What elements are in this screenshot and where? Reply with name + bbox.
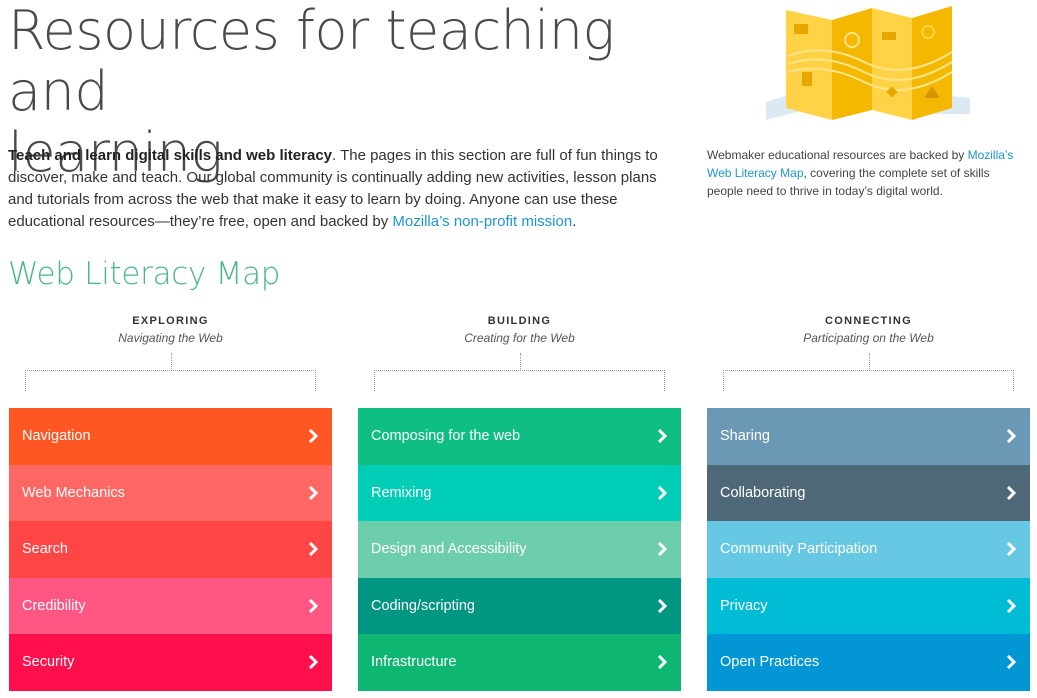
skill-security[interactable]: Security bbox=[9, 634, 332, 691]
skill-open-practices[interactable]: Open Practices bbox=[707, 634, 1030, 691]
column-heading: BUILDING bbox=[487, 315, 552, 327]
column-subheading: Creating for the Web bbox=[464, 331, 575, 345]
chevron-right-icon bbox=[308, 429, 318, 444]
skill-credibility[interactable]: Credibility bbox=[9, 577, 332, 634]
column-subheading: Participating on the Web bbox=[803, 331, 934, 345]
skill-sharing[interactable]: Sharing bbox=[707, 408, 1030, 465]
skill-label: Search bbox=[22, 541, 68, 558]
skill-label: Remixing bbox=[371, 484, 432, 501]
skill-community-participation[interactable]: Community Participation bbox=[707, 521, 1030, 578]
chevron-right-icon bbox=[1006, 598, 1016, 613]
column-heading: CONNECTING bbox=[825, 315, 912, 327]
column-connecting: CONNECTING Participating on the Web Shar… bbox=[707, 312, 1030, 691]
skill-label: Composing for the web bbox=[371, 428, 521, 445]
column-exploring: EXPLORING Navigating the Web Navigation … bbox=[9, 312, 332, 691]
bracket-divider bbox=[25, 353, 316, 391]
column-header: BUILDING Creating for the Web bbox=[358, 312, 681, 408]
chevron-right-icon bbox=[1006, 655, 1016, 670]
skill-composing-for-the-web[interactable]: Composing for the web bbox=[358, 408, 681, 465]
chevron-right-icon bbox=[657, 485, 667, 500]
intro-bold: Teach and learn digital skills and web l… bbox=[8, 147, 333, 164]
page-title-line-1: Resources for teaching and bbox=[8, 0, 615, 123]
chevron-right-icon bbox=[657, 542, 667, 557]
chevron-right-icon bbox=[1006, 542, 1016, 557]
column-building: BUILDING Creating for the Web Composing … bbox=[358, 312, 681, 691]
chevron-right-icon bbox=[657, 429, 667, 444]
aside-text: Webmaker educational resources are backe… bbox=[707, 146, 1027, 200]
chevron-right-icon bbox=[308, 598, 318, 613]
column-header: CONNECTING Participating on the Web bbox=[707, 312, 1030, 408]
skill-web-mechanics[interactable]: Web Mechanics bbox=[9, 464, 332, 521]
skill-label: Privacy bbox=[720, 597, 768, 614]
column-subheading: Navigating the Web bbox=[118, 331, 223, 345]
folded-map-icon bbox=[764, 2, 970, 124]
intro-paragraph: Teach and learn digital skills and web l… bbox=[8, 145, 668, 233]
chevron-right-icon bbox=[657, 598, 667, 613]
skill-label: Collaborating bbox=[720, 484, 806, 501]
skill-label: Open Practices bbox=[720, 654, 820, 671]
chevron-right-icon bbox=[308, 542, 318, 557]
chevron-right-icon bbox=[308, 655, 318, 670]
intro-end: . bbox=[572, 213, 577, 230]
skill-collaborating[interactable]: Collaborating bbox=[707, 464, 1030, 521]
skill-design-and-accessibility[interactable]: Design and Accessibility bbox=[358, 521, 681, 578]
chevron-right-icon bbox=[1006, 485, 1016, 500]
chevron-right-icon bbox=[1006, 429, 1016, 444]
skill-remixing[interactable]: Remixing bbox=[358, 464, 681, 521]
column-heading: EXPLORING bbox=[132, 315, 209, 327]
skill-search[interactable]: Search bbox=[9, 521, 332, 578]
skill-infrastructure[interactable]: Infrastructure bbox=[358, 634, 681, 691]
non-profit-mission-link[interactable]: Mozilla’s non-profit mission bbox=[392, 213, 572, 230]
bracket-divider bbox=[723, 353, 1014, 391]
skill-navigation[interactable]: Navigation bbox=[9, 408, 332, 465]
skill-privacy[interactable]: Privacy bbox=[707, 577, 1030, 634]
skill-label: Navigation bbox=[22, 428, 91, 445]
skill-label: Sharing bbox=[720, 428, 770, 445]
skill-label: Infrastructure bbox=[371, 654, 457, 671]
skill-label: Security bbox=[22, 654, 75, 671]
aside-text-before: Webmaker educational resources are backe… bbox=[707, 148, 968, 162]
chevron-right-icon bbox=[308, 485, 318, 500]
skill-label: Coding/scripting bbox=[371, 597, 475, 614]
section-heading: Web Literacy Map bbox=[8, 256, 281, 292]
skill-label: Web Mechanics bbox=[22, 484, 125, 501]
bracket-divider bbox=[374, 353, 665, 391]
skill-label: Community Participation bbox=[720, 541, 878, 558]
skill-coding-scripting[interactable]: Coding/scripting bbox=[358, 577, 681, 634]
skill-label: Design and Accessibility bbox=[371, 541, 527, 558]
chevron-right-icon bbox=[657, 655, 667, 670]
skill-label: Credibility bbox=[22, 597, 86, 614]
column-header: EXPLORING Navigating the Web bbox=[9, 312, 332, 408]
